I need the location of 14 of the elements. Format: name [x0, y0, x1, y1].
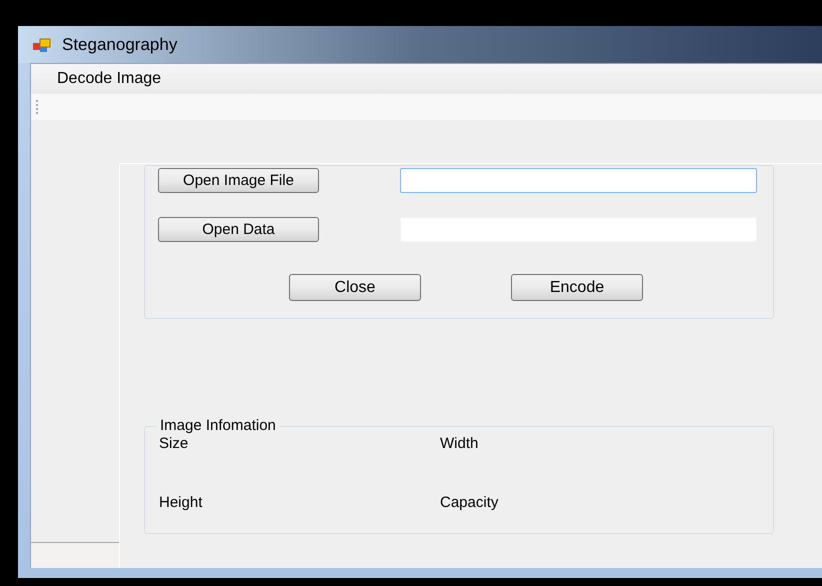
open-button[interactable]: Open Data	[158, 217, 319, 242]
open-button[interactable]: Open Image File	[158, 168, 319, 193]
info-label: Capacity	[440, 492, 498, 512]
toolbar-grip-icon[interactable]	[36, 100, 39, 114]
info-label: Width	[440, 434, 478, 454]
info-label: Size	[159, 434, 188, 454]
menu-item[interactable]: Decode Image	[51, 67, 168, 91]
info-label: Height	[159, 492, 202, 512]
action-button[interactable]: Close	[289, 274, 421, 301]
group-legend: Image Infomation	[157, 417, 279, 435]
window-title: Steganography	[62, 34, 178, 56]
action-button[interactable]: Encode	[511, 274, 643, 301]
path-field[interactable]	[400, 168, 757, 193]
app-icon	[32, 36, 52, 52]
